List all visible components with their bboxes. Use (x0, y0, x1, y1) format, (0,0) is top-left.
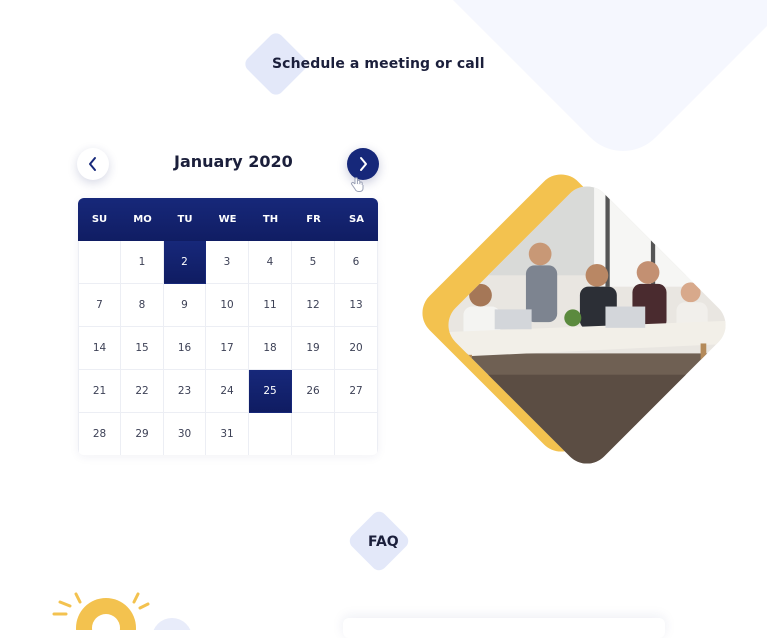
chevron-left-icon (89, 157, 96, 171)
prev-month-button[interactable] (77, 148, 109, 180)
month-label: January 2020 (174, 152, 293, 171)
page-title: Schedule a meeting or call (272, 56, 485, 72)
day-cell-17[interactable]: 17 (206, 327, 249, 370)
day-cell-11[interactable]: 11 (249, 284, 292, 327)
weekday-tu: TU (177, 214, 193, 225)
office-meeting-illustration (438, 176, 736, 474)
day-cell-10[interactable]: 10 (206, 284, 249, 327)
weekday-fr: FR (306, 214, 321, 225)
day-cell-26[interactable]: 26 (292, 370, 335, 413)
day-cell-18[interactable]: 18 (249, 327, 292, 370)
day-cell-25[interactable]: 25 (249, 370, 292, 413)
weekday-su: SU (91, 214, 108, 225)
day-cell-30[interactable]: 30 (164, 413, 206, 455)
empty-day-cell (292, 413, 335, 455)
chevron-right-icon (360, 157, 367, 171)
day-cell-9[interactable]: 9 (164, 284, 206, 327)
day-cell-3[interactable]: 3 (206, 241, 249, 284)
weekday-th: TH (262, 214, 279, 225)
day-cell-12[interactable]: 12 (292, 284, 335, 327)
day-cell-22[interactable]: 22 (121, 370, 164, 413)
meeting-photo (438, 176, 736, 474)
day-cell-24[interactable]: 24 (206, 370, 249, 413)
empty-day-cell (335, 413, 378, 455)
hand-cursor-icon (351, 177, 364, 192)
weekday-we: WE (218, 214, 237, 225)
day-cell-1[interactable]: 1 (121, 241, 164, 284)
background-diamond (417, 0, 767, 171)
empty-day-cell (249, 413, 292, 455)
day-cell-13[interactable]: 13 (335, 284, 378, 327)
day-cell-7[interactable]: 7 (78, 284, 121, 327)
faq-card (343, 618, 665, 638)
weekday-sa: SA (349, 214, 364, 225)
day-cell-8[interactable]: 8 (121, 284, 164, 327)
day-cell-27[interactable]: 27 (335, 370, 378, 413)
faq-heading: FAQ (368, 534, 399, 550)
day-cell-16[interactable]: 16 (164, 327, 206, 370)
empty-day-cell (78, 241, 121, 284)
day-cell-4[interactable]: 4 (249, 241, 292, 284)
day-cell-29[interactable]: 29 (121, 413, 164, 455)
day-cell-20[interactable]: 20 (335, 327, 378, 370)
day-cell-14[interactable]: 14 (78, 327, 121, 370)
calendar-grid: SU MO TU WE TH FR SA 1 2 3 4 5 6 7 8 9 10 11 12 13 14 15 16 17… (78, 198, 378, 455)
weekday-header: SU MO TU WE TH FR SA (78, 198, 378, 241)
day-cell-5[interactable]: 5 (292, 241, 335, 284)
day-cell-2[interactable]: 2 (164, 241, 206, 284)
day-cell-6[interactable]: 6 (335, 241, 378, 284)
weekday-mo: MO (133, 214, 152, 225)
calendar-days: 1 2 3 4 5 6 7 8 9 10 11 12 13 14 15 16 17 18 19 20 21 22 23 24 2… (78, 241, 378, 455)
day-cell-21[interactable]: 21 (78, 370, 121, 413)
day-cell-23[interactable]: 23 (164, 370, 206, 413)
meeting-photo-frame (412, 164, 736, 476)
day-cell-28[interactable]: 28 (78, 413, 121, 455)
lightbulb-illustration (52, 592, 191, 630)
day-cell-15[interactable]: 15 (121, 327, 164, 370)
day-cell-31[interactable]: 31 (206, 413, 249, 455)
day-cell-19[interactable]: 19 (292, 327, 335, 370)
